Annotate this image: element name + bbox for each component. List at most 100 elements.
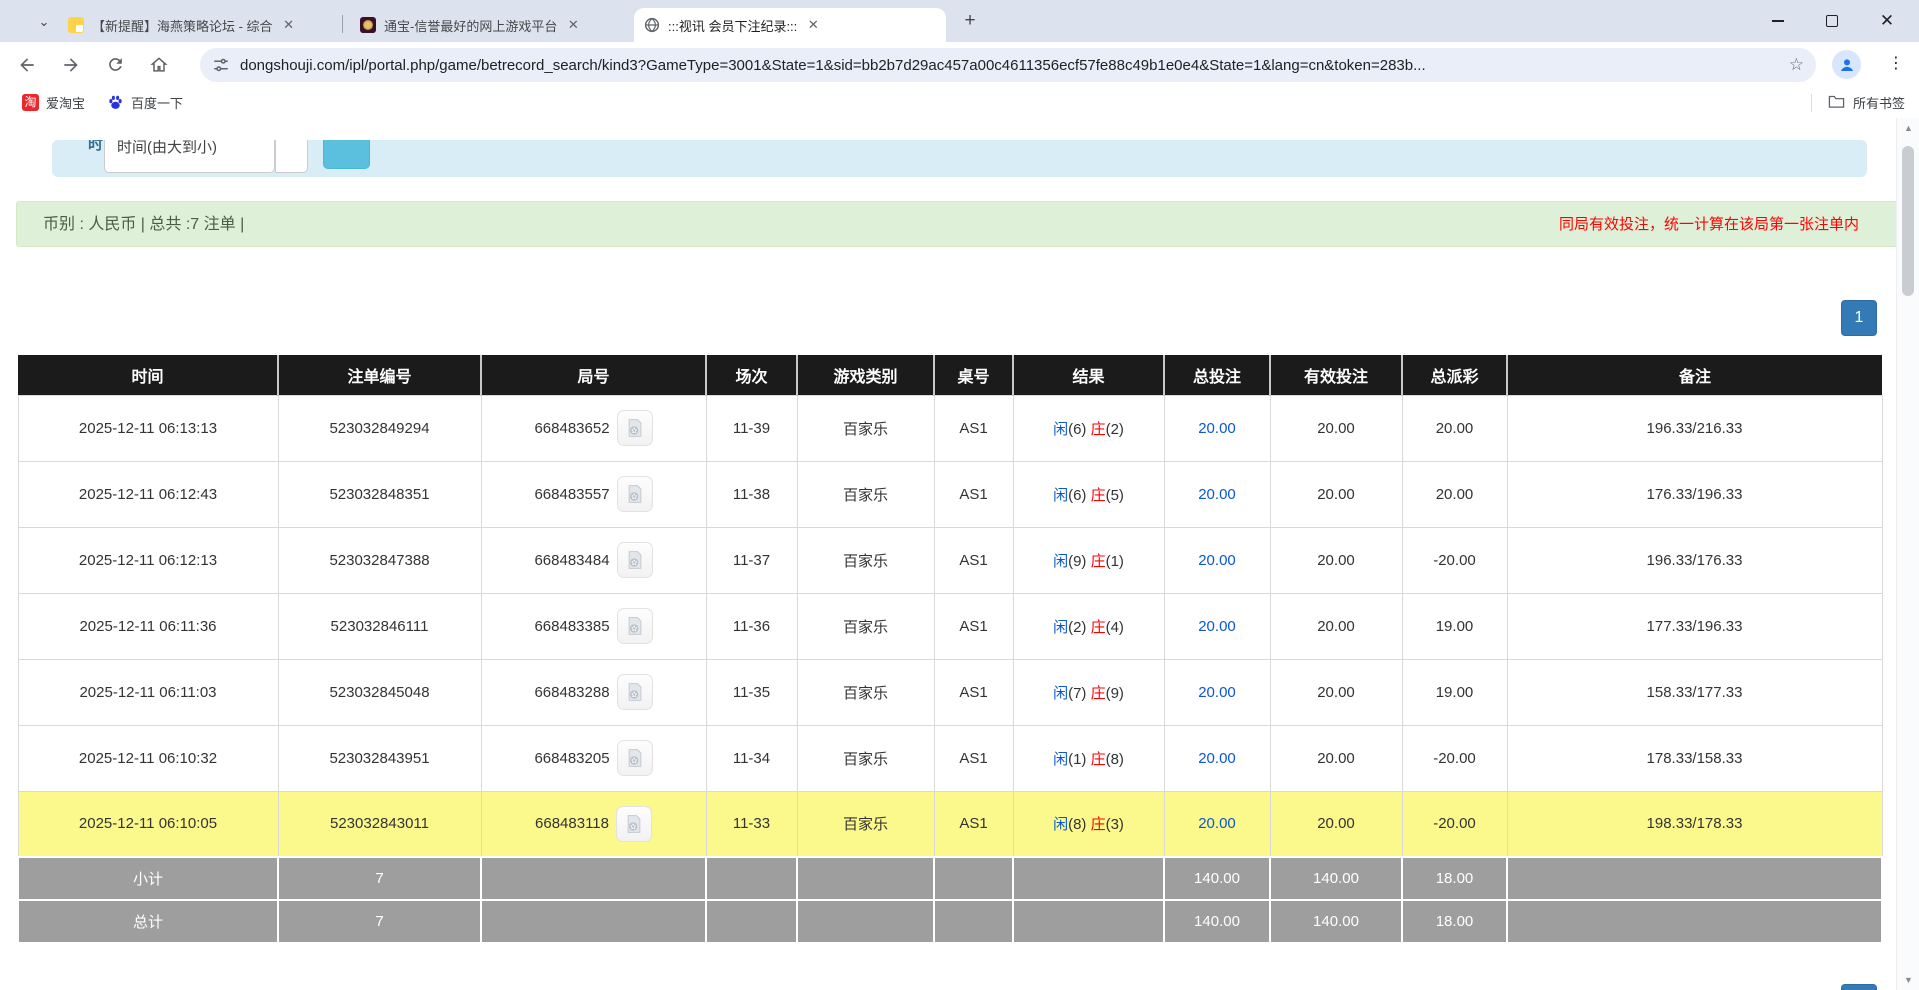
- tab-close-icon[interactable]: ✕: [565, 17, 581, 33]
- baidu-paw-icon: [107, 94, 124, 111]
- cell-round-no: 668483288: [481, 659, 706, 725]
- cell-table: AS1: [934, 791, 1013, 857]
- video-replay-button[interactable]: [617, 410, 653, 446]
- cell-bet-no: 523032843951: [278, 725, 481, 791]
- subtotal-row-cell: 140.00: [1270, 857, 1402, 900]
- cell-game: 百家乐: [797, 395, 934, 461]
- profile-avatar[interactable]: [1832, 50, 1861, 79]
- cell-remark: 196.33/176.33: [1507, 527, 1882, 593]
- site-info-icon[interactable]: [212, 56, 230, 74]
- bet-amount-link[interactable]: 20.00: [1198, 815, 1236, 832]
- cell-bet-no: 523032848351: [278, 461, 481, 527]
- bet-amount-link[interactable]: 20.00: [1198, 552, 1236, 569]
- bookmark-star-icon[interactable]: ☆: [1789, 55, 1804, 75]
- cell-session: 11-34: [706, 725, 797, 791]
- scroll-down-icon[interactable]: ▼: [1897, 975, 1919, 985]
- new-tab-button[interactable]: +: [958, 10, 982, 34]
- bet-amount-link[interactable]: 20.00: [1198, 420, 1236, 437]
- bet-amount-link[interactable]: 20.00: [1198, 486, 1236, 503]
- tab-title: 通宝-信誉最好的网上游戏平台: [384, 16, 557, 35]
- tab-3-active[interactable]: :::视讯 会员下注纪录::: ✕: [634, 8, 946, 42]
- bet-amount-link[interactable]: 20.00: [1198, 750, 1236, 767]
- close-window-button[interactable]: ✕: [1864, 0, 1910, 42]
- total-row-cell: [706, 900, 797, 943]
- subtotal-row-cell: [1507, 857, 1882, 900]
- scroll-up-icon[interactable]: ▲: [1897, 123, 1919, 133]
- cell-table: AS1: [934, 593, 1013, 659]
- cell-time: 2025-12-11 06:11:03: [18, 659, 278, 725]
- cell-table: AS1: [934, 725, 1013, 791]
- bookmark-aitaobao[interactable]: 淘 爱淘宝: [22, 93, 85, 112]
- cell-total-bet: 20.00: [1164, 725, 1270, 791]
- sort-select-spinner[interactable]: [275, 140, 308, 173]
- browser-menu-icon[interactable]: ⋮: [1884, 52, 1908, 76]
- bet-amount-link[interactable]: 20.00: [1198, 684, 1236, 701]
- all-bookmarks-button[interactable]: 所有书签: [1853, 93, 1905, 112]
- scrollbar[interactable]: ▲ ▼: [1896, 118, 1919, 990]
- tab-1[interactable]: 【新提醒】海燕策略论坛 - 综合 ✕: [58, 8, 336, 42]
- cell-table: AS1: [934, 461, 1013, 527]
- bet-row: 2025-12-11 06:11:36523032846111668483385…: [18, 593, 1882, 659]
- subtotal-row-cell: [706, 857, 797, 900]
- tab-close-icon[interactable]: ✕: [281, 17, 297, 33]
- cell-game: 百家乐: [797, 659, 934, 725]
- bet-row: 2025-12-11 06:10:05523032843011668483118…: [18, 791, 1882, 857]
- subtotal-row-cell: 140.00: [1164, 857, 1270, 900]
- minimize-button[interactable]: [1755, 0, 1801, 42]
- cell-session: 11-37: [706, 527, 797, 593]
- scrollbar-thumb[interactable]: [1902, 146, 1914, 296]
- tab-2[interactable]: 通宝-信誉最好的网上游戏平台 ✕: [350, 8, 628, 42]
- globe-icon: [644, 17, 660, 33]
- cell-table: AS1: [934, 659, 1013, 725]
- video-replay-button[interactable]: [617, 542, 653, 578]
- cell-payout: 20.00: [1402, 461, 1507, 527]
- total-row-cell: [934, 900, 1013, 943]
- forward-button[interactable]: [54, 48, 88, 82]
- video-replay-button[interactable]: [617, 476, 653, 512]
- cell-result: 闲(6) 庄(2): [1013, 395, 1164, 461]
- video-replay-button[interactable]: [617, 674, 653, 710]
- subtotal-row-cell: [934, 857, 1013, 900]
- cell-round-no: 668483205: [481, 725, 706, 791]
- cell-time: 2025-12-11 06:11:36: [18, 593, 278, 659]
- cell-valid-bet: 20.00: [1270, 659, 1402, 725]
- cell-payout: -20.00: [1402, 791, 1507, 857]
- cell-round-no: 668483557: [481, 461, 706, 527]
- cell-result: 闲(2) 庄(4): [1013, 593, 1164, 659]
- total-row-cell: [1013, 900, 1164, 943]
- back-button[interactable]: [10, 48, 44, 82]
- tab-close-icon[interactable]: ✕: [805, 17, 821, 33]
- tab-strip: ⌄ 【新提醒】海燕策略论坛 - 综合 ✕ 通宝-信誉最好的网上游戏平台 ✕ ::…: [0, 0, 1919, 42]
- cell-total-bet: 20.00: [1164, 527, 1270, 593]
- video-replay-button[interactable]: [617, 740, 653, 776]
- video-replay-button[interactable]: [616, 806, 652, 842]
- bookmarks-bar: 淘 爱淘宝 百度一下 所有书签: [0, 87, 1919, 118]
- pagination-page-1-bottom[interactable]: 1: [1841, 984, 1877, 990]
- cell-bet-no: 523032849294: [278, 395, 481, 461]
- column-header: 游戏类别: [797, 355, 934, 395]
- total-row: 总计7140.00140.0018.00: [18, 900, 1882, 943]
- cell-table: AS1: [934, 395, 1013, 461]
- subtotal-row-cell: [1013, 857, 1164, 900]
- cell-total-bet: 20.00: [1164, 791, 1270, 857]
- bet-row: 2025-12-11 06:12:43523032848351668483557…: [18, 461, 1882, 527]
- chevron-down-icon[interactable]: ⌄: [34, 12, 54, 32]
- maximize-button[interactable]: [1809, 0, 1855, 42]
- reload-button[interactable]: [98, 48, 132, 82]
- notice-text: 同局有效投注，统一计算在该局第一张注单内: [1559, 202, 1859, 248]
- browser-toolbar: dongshouji.com/ipl/portal.php/game/betre…: [0, 42, 1919, 87]
- pagination-page-1[interactable]: 1: [1841, 300, 1877, 336]
- bet-amount-link[interactable]: 20.00: [1198, 618, 1236, 635]
- bookmark-baidu[interactable]: 百度一下: [107, 93, 183, 112]
- cell-valid-bet: 20.00: [1270, 791, 1402, 857]
- cell-remark: 178.33/158.33: [1507, 725, 1882, 791]
- sort-select[interactable]: 时间(由大到小): [104, 140, 275, 173]
- column-header: 时间: [18, 355, 278, 395]
- search-button[interactable]: [323, 140, 370, 169]
- cell-payout: -20.00: [1402, 725, 1507, 791]
- cell-session: 11-35: [706, 659, 797, 725]
- video-replay-button[interactable]: [617, 608, 653, 644]
- home-button[interactable]: [142, 48, 176, 82]
- tab-title: 【新提醒】海燕策略论坛 - 综合: [92, 16, 273, 35]
- address-bar[interactable]: dongshouji.com/ipl/portal.php/game/betre…: [200, 48, 1816, 82]
